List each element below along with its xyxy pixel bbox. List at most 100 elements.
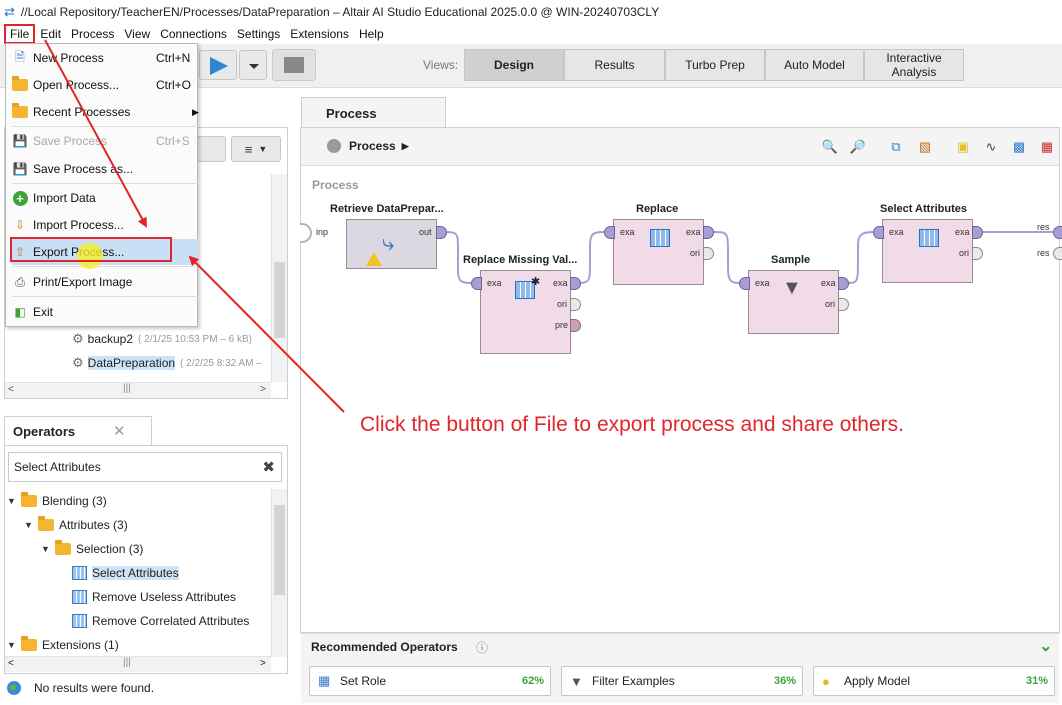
copy-icon[interactable]: ⧉ bbox=[887, 138, 905, 156]
lightbulb-icon: ● bbox=[822, 673, 830, 689]
tree-folder-blending[interactable]: ▼ Blending (3) bbox=[7, 490, 107, 512]
recommended-label: Set Role bbox=[340, 674, 387, 688]
stop-icon bbox=[284, 57, 304, 73]
scroll-right-icon[interactable]: > bbox=[260, 384, 266, 395]
select-attributes-icon bbox=[919, 229, 939, 247]
scrollbar-thumb[interactable] bbox=[274, 262, 285, 338]
add-note-icon[interactable]: ▣ bbox=[954, 138, 972, 156]
tree-operator-remove-useless-attributes[interactable]: Remove Useless Attributes bbox=[72, 586, 236, 608]
view-design-button[interactable]: Design bbox=[464, 49, 564, 81]
view-interactive-analysis-button[interactable]: Interactive Analysis bbox=[864, 49, 964, 81]
operator-replace[interactable]: exa exa ori bbox=[613, 219, 704, 285]
recommended-filter-examples-button[interactable]: ▼ Filter Examples 36% bbox=[561, 666, 803, 696]
close-icon[interactable]: ✕ bbox=[113, 422, 126, 440]
port-label: ori bbox=[690, 248, 701, 258]
recent-folder-icon bbox=[12, 103, 28, 120]
run-dropdown-button[interactable] bbox=[239, 50, 267, 80]
scroll-left-icon[interactable]: < bbox=[8, 384, 14, 395]
operator-retrieve[interactable]: ⤷ out bbox=[346, 219, 437, 269]
repository-vertical-scrollbar[interactable] bbox=[271, 174, 287, 382]
operator-replace-missing-values[interactable]: exa ✱ exa ori pre bbox=[480, 270, 571, 354]
fit-icon[interactable]: ▦ bbox=[1038, 138, 1056, 156]
arrange-icon[interactable]: ▩ bbox=[1010, 138, 1028, 156]
input-port[interactable] bbox=[739, 277, 750, 290]
menu-item-recent-processes[interactable]: Recent Processes ▶ bbox=[12, 99, 199, 125]
collapse-chevron-icon[interactable]: ⌄ bbox=[1039, 636, 1052, 656]
zoom-in-icon[interactable]: 🔍 bbox=[821, 138, 839, 156]
menu-item-label: Save Process as... bbox=[33, 162, 134, 176]
repository-item-selected[interactable]: ⚙ DataPreparation ( 2/2/25 8:32 AM – bbox=[72, 352, 262, 374]
tab-operators[interactable]: Operators ✕ bbox=[4, 416, 152, 446]
result-port[interactable] bbox=[1053, 247, 1062, 260]
expand-icon[interactable]: ▼ bbox=[24, 520, 38, 530]
clear-search-icon[interactable]: ✖ bbox=[262, 458, 275, 476]
input-port[interactable] bbox=[604, 226, 615, 239]
view-results-button[interactable]: Results bbox=[564, 49, 665, 81]
add-circle-icon: + bbox=[12, 190, 28, 206]
tree-folder-attributes[interactable]: ▼ Attributes (3) bbox=[24, 514, 128, 536]
menu-item-import-process[interactable]: ⇩ Import Process... bbox=[12, 212, 198, 238]
menu-settings[interactable]: Settings bbox=[232, 24, 285, 44]
repository-menu-button[interactable]: ≡ ▼ bbox=[231, 136, 281, 162]
info-icon[interactable]: ⓘ bbox=[476, 639, 488, 656]
auto-wire-icon[interactable]: ∿ bbox=[982, 138, 1000, 156]
tree-folder-selection[interactable]: ▼ Selection (3) bbox=[41, 538, 143, 560]
view-turbo-prep-button[interactable]: Turbo Prep bbox=[665, 49, 765, 81]
run-button[interactable] bbox=[199, 50, 237, 80]
menu-extensions[interactable]: Extensions bbox=[285, 24, 354, 44]
scroll-right-icon[interactable]: > bbox=[260, 658, 266, 669]
result-port[interactable] bbox=[1053, 226, 1062, 239]
menu-item-save-process[interactable]: 💾 Save Process Ctrl+S bbox=[12, 128, 198, 154]
menu-item-import-data[interactable]: + Import Data bbox=[12, 185, 198, 211]
zoom-out-icon[interactable]: 🔎 bbox=[849, 138, 867, 156]
repository-item[interactable]: ⚙ backup2 ( 2/1/25 10:53 PM – 6 kB) bbox=[72, 328, 252, 350]
operators-horizontal-scrollbar[interactable]: < ||| > bbox=[5, 656, 271, 672]
tree-label: Blending (3) bbox=[42, 494, 107, 508]
repository-horizontal-scrollbar[interactable]: < ||| > bbox=[5, 382, 271, 398]
menu-view[interactable]: View bbox=[119, 24, 155, 44]
expand-icon[interactable]: ▼ bbox=[7, 496, 21, 506]
chevron-down-icon: ▼ bbox=[258, 144, 268, 154]
menu-connections[interactable]: Connections bbox=[155, 24, 232, 44]
menu-item-print-export-image[interactable]: ⎙ Print/Export Image bbox=[12, 269, 198, 295]
menu-item-new-process[interactable]: 🗎 New Process Ctrl+N bbox=[12, 45, 198, 71]
operator-select-attributes[interactable]: exa exa ori bbox=[882, 219, 973, 283]
scroll-left-icon[interactable]: < bbox=[8, 658, 14, 669]
operator-sample[interactable]: exa ▼ exa ori bbox=[748, 270, 839, 334]
menu-help[interactable]: Help bbox=[354, 24, 389, 44]
menu-item-exit[interactable]: ◧ Exit bbox=[12, 299, 198, 325]
operators-vertical-scrollbar[interactable] bbox=[271, 489, 287, 657]
expand-icon[interactable]: ▼ bbox=[7, 640, 21, 650]
folder-icon bbox=[55, 540, 71, 555]
window-title: //Local Repository/TeacherEN/Processes/D… bbox=[20, 5, 660, 19]
tree-folder-extensions[interactable]: ▼ Extensions (1) bbox=[7, 634, 119, 656]
stop-button[interactable] bbox=[272, 49, 316, 81]
menu-file[interactable]: File bbox=[4, 24, 36, 44]
menu-process[interactable]: Process bbox=[66, 24, 119, 44]
menu-separator bbox=[12, 183, 198, 184]
menu-separator bbox=[12, 266, 198, 267]
menu-edit[interactable]: Edit bbox=[35, 24, 66, 44]
recommended-apply-model-button[interactable]: ● Apply Model 31% bbox=[813, 666, 1055, 696]
input-port[interactable] bbox=[471, 277, 482, 290]
breadcrumb[interactable]: Process ▶ bbox=[327, 139, 409, 153]
operators-tab-label: Operators bbox=[13, 424, 76, 439]
operator-search-input[interactable]: Select Attributes ✖ bbox=[8, 452, 282, 482]
menu-item-save-process-as[interactable]: 💾 Save Process as... bbox=[12, 156, 198, 182]
repository-action-button[interactable] bbox=[196, 136, 226, 162]
input-port[interactable] bbox=[873, 226, 884, 239]
play-icon bbox=[210, 57, 228, 75]
scrollbar-grip-icon: ||| bbox=[123, 383, 131, 394]
tree-operator-select-attributes[interactable]: Select Attributes bbox=[72, 562, 179, 584]
operator-table-icon bbox=[72, 614, 87, 628]
scrollbar-thumb[interactable] bbox=[274, 505, 285, 595]
expand-icon[interactable]: ▼ bbox=[41, 544, 55, 554]
paste-icon[interactable]: ▧ bbox=[916, 138, 934, 156]
process-root-icon bbox=[327, 139, 341, 153]
menu-item-open-process[interactable]: Open Process... Ctrl+O bbox=[12, 72, 198, 98]
tree-operator-remove-correlated-attributes[interactable]: Remove Correlated Attributes bbox=[72, 610, 249, 632]
view-auto-model-button[interactable]: Auto Model bbox=[765, 49, 864, 81]
tree-label: Remove Useless Attributes bbox=[92, 590, 237, 604]
tab-process[interactable]: Process bbox=[301, 97, 446, 129]
recommended-set-role-button[interactable]: ▦ Set Role 62% bbox=[309, 666, 551, 696]
